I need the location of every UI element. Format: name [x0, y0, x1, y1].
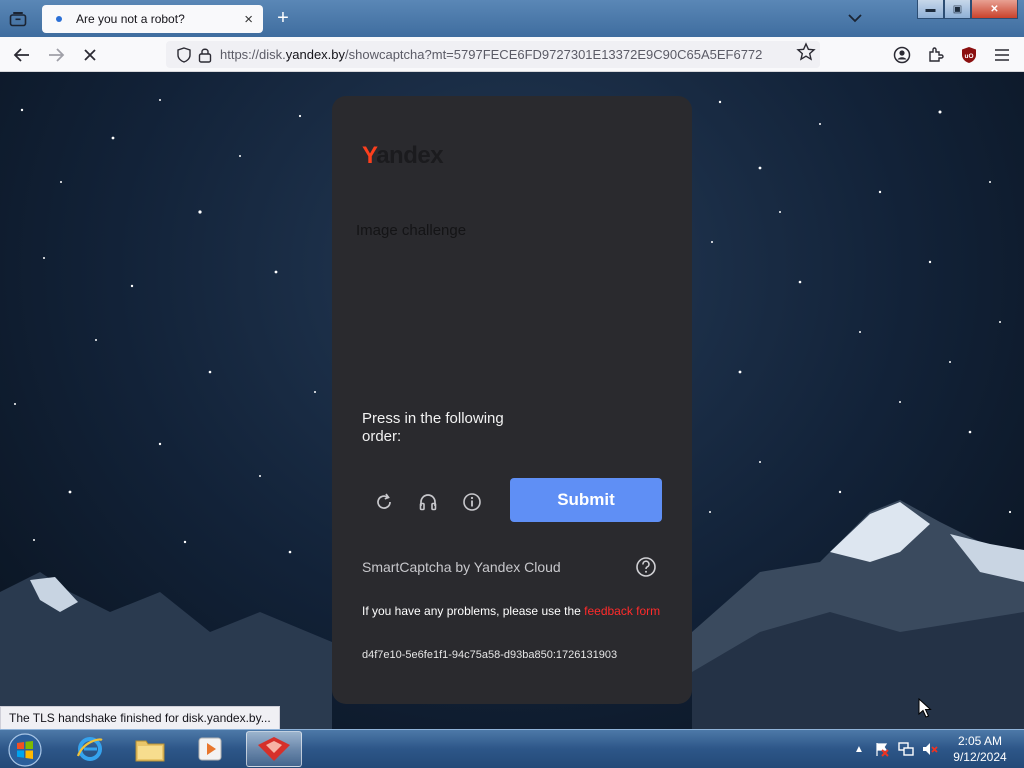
- menu-icon[interactable]: [990, 43, 1014, 67]
- logo-letter-y: Y: [362, 142, 377, 169]
- tab-active[interactable]: Are you not a robot? ×: [42, 5, 263, 33]
- window-controls: ▬ ▣ ✕: [917, 0, 1018, 19]
- extensions-icon[interactable]: [924, 43, 948, 67]
- account-icon[interactable]: [890, 43, 914, 67]
- page-background: Yandex Image challenge Press in the foll…: [0, 72, 1024, 729]
- mouse-cursor-icon: [918, 698, 932, 718]
- status-bar: The TLS handshake finished for disk.yand…: [0, 706, 280, 730]
- clock-date: 9/12/2024: [953, 750, 1007, 764]
- challenge-image[interactable]: Image challenge: [356, 222, 466, 239]
- refresh-icon[interactable]: [372, 490, 396, 514]
- media-player-icon[interactable]: [182, 731, 238, 767]
- smartcaptcha-brand[interactable]: SmartCaptcha by Yandex Cloud: [362, 559, 561, 575]
- back-icon[interactable]: [10, 43, 34, 67]
- tab-list-icon[interactable]: [6, 8, 30, 30]
- star-icon[interactable]: [796, 42, 816, 62]
- minimize-button[interactable]: ▬: [917, 0, 944, 19]
- app-icon[interactable]: [246, 731, 302, 767]
- tab-bar: Are you not a robot? × + ▬ ▣ ✕: [0, 0, 1024, 37]
- help-icon[interactable]: [635, 556, 657, 578]
- url-path: /showcaptcha?mt=5797FECE6FD9727301E13372…: [345, 47, 763, 62]
- volume-muted-icon[interactable]: [921, 740, 939, 758]
- new-tab-button[interactable]: +: [272, 7, 294, 29]
- close-window-button[interactable]: ✕: [971, 0, 1018, 19]
- taskbar: ▲ 2:05 AM 9/12/2024: [0, 729, 1024, 768]
- tab-title: Are you not a robot?: [76, 12, 185, 26]
- problems-text: If you have any problems, please use the: [362, 604, 585, 618]
- forward-icon[interactable]: [44, 43, 68, 67]
- submit-button[interactable]: Submit: [510, 478, 662, 522]
- network-icon[interactable]: [897, 740, 915, 758]
- logo-rest: andex: [376, 142, 444, 169]
- lock-icon[interactable]: [198, 47, 212, 63]
- problems-notice: If you have any problems, please use the…: [362, 603, 662, 619]
- clock-time: 2:05 AM: [957, 734, 1003, 748]
- info-icon[interactable]: [460, 490, 484, 514]
- stop-icon[interactable]: [78, 43, 102, 67]
- chevron-down-icon[interactable]: [846, 9, 864, 27]
- tab-close-icon[interactable]: ×: [244, 12, 253, 27]
- show-hidden-icons[interactable]: ▲: [850, 740, 868, 758]
- captcha-card: Yandex Image challenge Press in the foll…: [332, 96, 692, 704]
- url-prefix: https://disk.: [220, 47, 286, 62]
- yandex-logo: Yandex: [362, 142, 444, 170]
- url-bar[interactable]: https://disk.yandex.by/showcaptcha?mt=57…: [166, 41, 820, 68]
- svg-text:uO: uO: [964, 53, 973, 60]
- maximize-button[interactable]: ▣: [944, 0, 971, 19]
- tab-favicon-icon: [56, 16, 62, 22]
- url-text: https://disk.yandex.by/showcaptcha?mt=57…: [220, 47, 762, 62]
- windows-start-icon[interactable]: [4, 730, 46, 768]
- ie-icon[interactable]: [62, 731, 118, 767]
- captcha-token: d4f7e10-5e6fe1f1-94c75a58-d93ba850:17261…: [362, 649, 618, 661]
- order-instructions: Press in the following order:: [362, 410, 504, 445]
- headphones-icon[interactable]: [416, 490, 440, 514]
- flag-icon[interactable]: [873, 740, 891, 758]
- url-host: yandex.by: [285, 47, 346, 62]
- explorer-icon[interactable]: [122, 731, 178, 767]
- ublock-icon[interactable]: uO: [957, 43, 981, 67]
- shield-icon[interactable]: [176, 46, 192, 63]
- system-clock[interactable]: 2:05 AM 9/12/2024: [946, 733, 1014, 765]
- navigation-bar: https://disk.yandex.by/showcaptcha?mt=57…: [0, 37, 1024, 72]
- feedback-link[interactable]: feedback form: [584, 604, 660, 618]
